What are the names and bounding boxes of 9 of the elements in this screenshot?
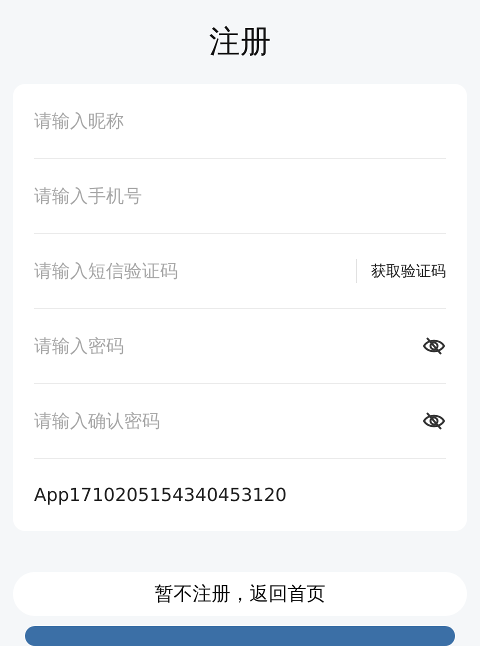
input-field[interactable]: 请输入短信验证码 xyxy=(34,260,356,282)
input-field[interactable]: 请输入手机号 xyxy=(34,186,446,206)
get-code-button[interactable]: 获取验证码 xyxy=(371,262,446,280)
input-field[interactable]: 请输入密码 xyxy=(34,336,422,356)
page-title: 注册 xyxy=(209,23,271,62)
input-field[interactable]: 请输入昵称 xyxy=(34,110,446,132)
app-id-text: App1710205154340453120 xyxy=(34,484,287,506)
back-home-button[interactable]: 暂不注册，返回首页 xyxy=(13,572,467,616)
input-field[interactable]: 请输入确认密码 xyxy=(34,410,422,432)
